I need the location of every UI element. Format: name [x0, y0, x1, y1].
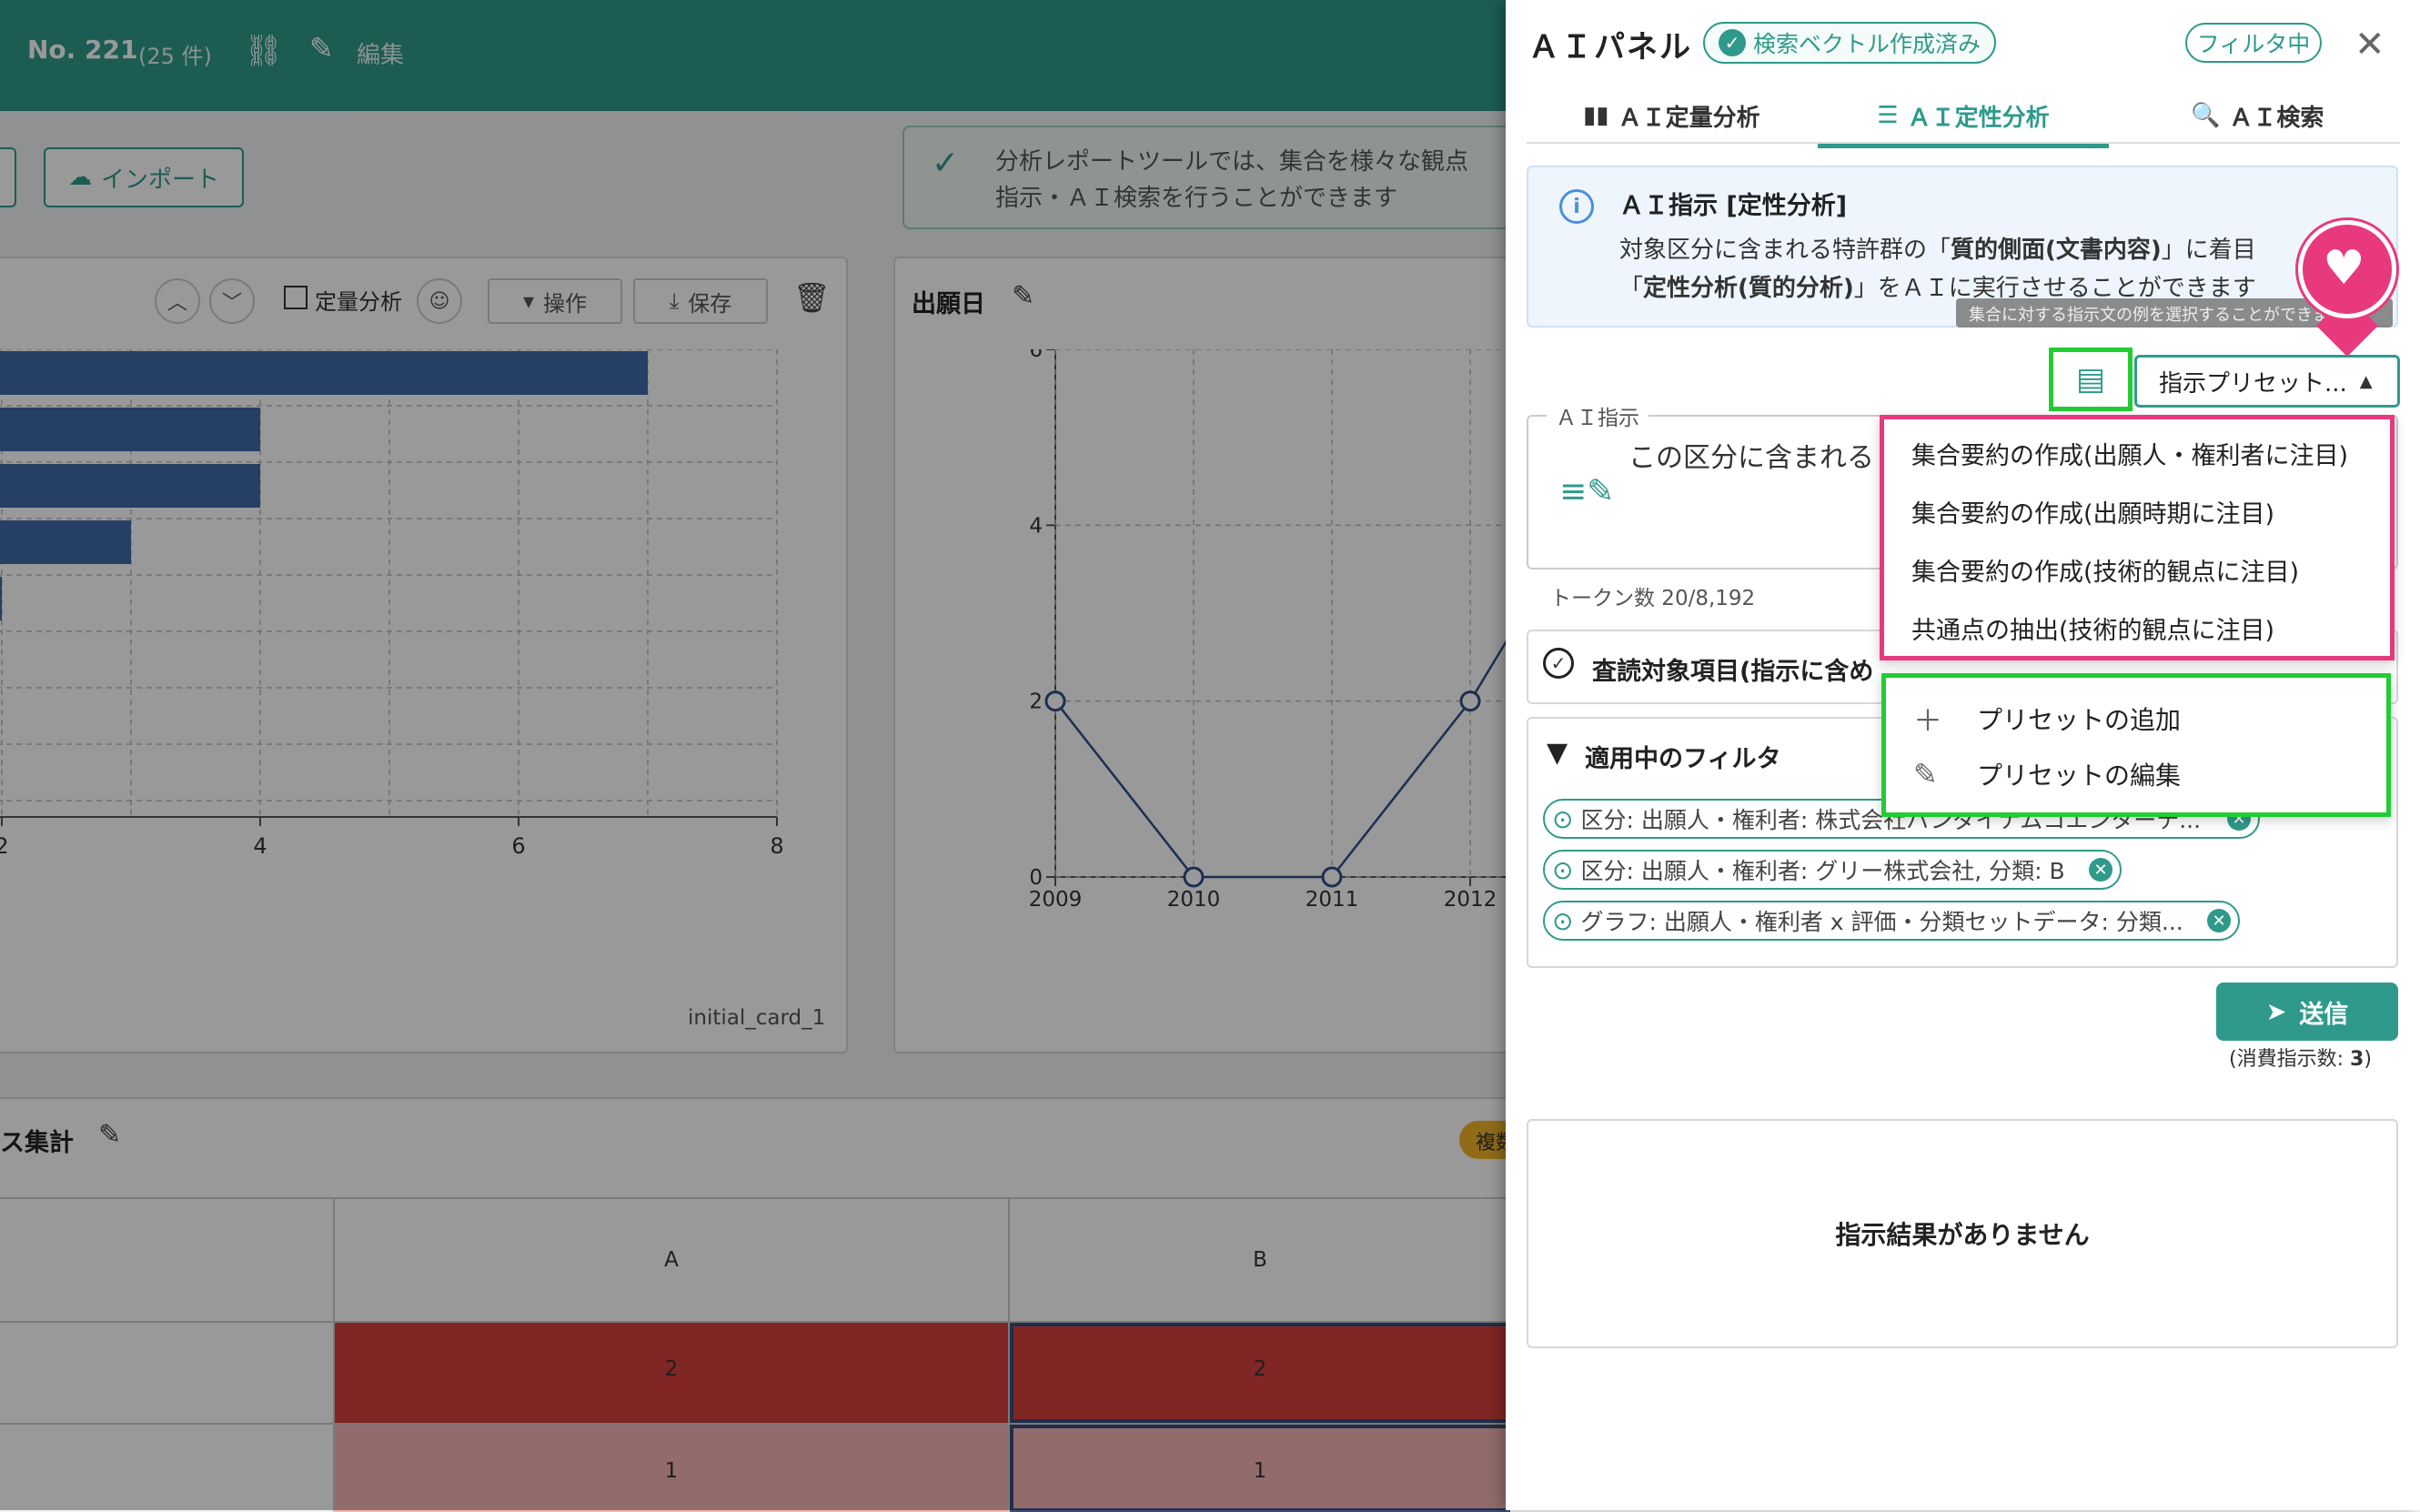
preset-menu-item[interactable]: 集合要約の作成(出願人・権利者に注目) — [1911, 436, 2348, 471]
add-preset-label: プリセットの追加 — [1977, 705, 2182, 735]
vector-status-label: 検索ベクトル作成済み — [1752, 31, 1981, 57]
preset-select[interactable]: 指示プリセット... ▲ — [2134, 355, 2400, 408]
send-button[interactable]: ➤ 送信 — [2216, 983, 2398, 1041]
tab-label: ＡＩ定性分析 — [1907, 104, 2050, 132]
modal-overlay[interactable] — [0, 0, 1506, 1510]
panel-title: ＡＩパネル — [1528, 29, 1692, 66]
tab-quantitative[interactable]: ▮▮ ＡＩ定量分析 — [1583, 87, 1760, 144]
library-icon: ▤ — [2075, 361, 2106, 398]
preset-menu-item[interactable]: 共通点の抽出(技術的観点に注目) — [1911, 610, 2274, 646]
vector-status-badge: ✓ 検索ベクトル作成済み — [1703, 22, 1996, 64]
check-circle-icon: ⊙ — [1552, 905, 1574, 936]
filter-icon: ▼ — [1547, 737, 1568, 769]
edit-note-icon: ≡✎ — [1559, 473, 1615, 510]
tab-label: ＡＩ検索 — [2229, 104, 2324, 132]
tab-label: ＡＩ定量分析 — [1618, 104, 1760, 132]
send-icon: ➤ — [2265, 997, 2287, 1026]
send-label: 送信 — [2299, 1000, 2349, 1029]
instruction-legend: ＡＩ指示 — [1547, 400, 1649, 431]
preset-select-value: 指示プリセット... — [2159, 369, 2347, 398]
pointer-marker: ♥ — [2298, 220, 2396, 318]
search-icon: 🔍 — [2191, 102, 2221, 129]
caret-up-icon: ▲ — [2359, 371, 2373, 391]
result-area: 指示結果がありません — [1527, 1119, 2398, 1348]
close-icon[interactable]: ✕ — [2354, 24, 2385, 66]
preset-actions-menu: ＋ プリセットの追加 ✎ プリセットの編集 — [1881, 673, 2391, 817]
token-count: トークン数 20/8,192 — [1550, 587, 1756, 610]
panel-tabs: ▮▮ ＡＩ定量分析 ☰ ＡＩ定性分析 🔍 ＡＩ検索 — [1527, 87, 2400, 148]
preset-library-button[interactable]: ▤ — [2049, 348, 2133, 411]
filter-chip[interactable]: ⊙ 区分: 出願人・権利者: グリー株式会社, 分類: B ✕ — [1543, 850, 2122, 890]
remove-chip-icon[interactable]: ✕ — [2089, 858, 2112, 882]
filter-chip-label: グラフ: 出願人・権利者 x 評価・分類セットデータ: 分類... — [1580, 909, 2183, 935]
preset-menu-item[interactable]: 集合要約の作成(出願時期に注目) — [1911, 494, 2274, 529]
consumed-count: (消費指示数: 3) — [2229, 1048, 2372, 1071]
instruction-text[interactable]: この区分に含まれる — [1628, 435, 1874, 475]
edit-preset-label: プリセットの編集 — [1977, 761, 2182, 791]
filter-active-pill[interactable]: フィルタ中 — [2185, 23, 2322, 63]
pencil-icon: ✎ — [1913, 757, 1938, 791]
info-heading: ＡＩ指示 [定性分析] — [1619, 192, 1848, 220]
no-result-message: 指示結果がありません — [1835, 1220, 2090, 1250]
check-circle-icon: ⊙ — [1552, 803, 1574, 834]
info-icon: i — [1559, 189, 1594, 224]
filter-chip[interactable]: ⊙ グラフ: 出願人・権利者 x 評価・分類セットデータ: 分類... ✕ — [1543, 901, 2240, 941]
plus-icon: ＋ — [1913, 703, 1943, 738]
remove-chip-icon[interactable]: ✕ — [2207, 909, 2231, 932]
filters-title: 適用中のフィルタ — [1585, 745, 1781, 773]
bar-chart-icon: ▮▮ — [1583, 102, 1609, 129]
edit-preset-item[interactable]: ✎ プリセットの編集 — [1913, 756, 2181, 792]
info-line1: 対象区分に含まれる特許群の「質的側面(文書内容)」に着目 — [1619, 237, 2256, 264]
check-circle-icon: ✓ — [1718, 29, 1746, 56]
tab-qualitative[interactable]: ☰ ＡＩ定性分析 — [1818, 87, 2109, 148]
preset-menu-item[interactable]: 集合要約の作成(技術的観点に注目) — [1911, 552, 2299, 588]
tab-search[interactable]: 🔍 ＡＩ検索 — [2191, 87, 2324, 144]
check-circle-icon: ✓ — [1543, 648, 1574, 679]
add-preset-item[interactable]: ＋ プリセットの追加 — [1913, 698, 2181, 740]
preset-menu: 集合要約の作成(出願人・権利者に注目) 集合要約の作成(出願時期に注目) 集合要… — [1880, 415, 2395, 660]
review-items-title: 査読対象項目(指示に含め — [1592, 658, 1874, 686]
text-lines-icon: ☰ — [1877, 102, 1899, 129]
filter-chip-label: 区分: 出願人・権利者: グリー株式会社, 分類: B — [1580, 858, 2065, 884]
check-circle-icon: ⊙ — [1552, 854, 1574, 885]
heart-icon: ♥ — [2323, 241, 2365, 296]
